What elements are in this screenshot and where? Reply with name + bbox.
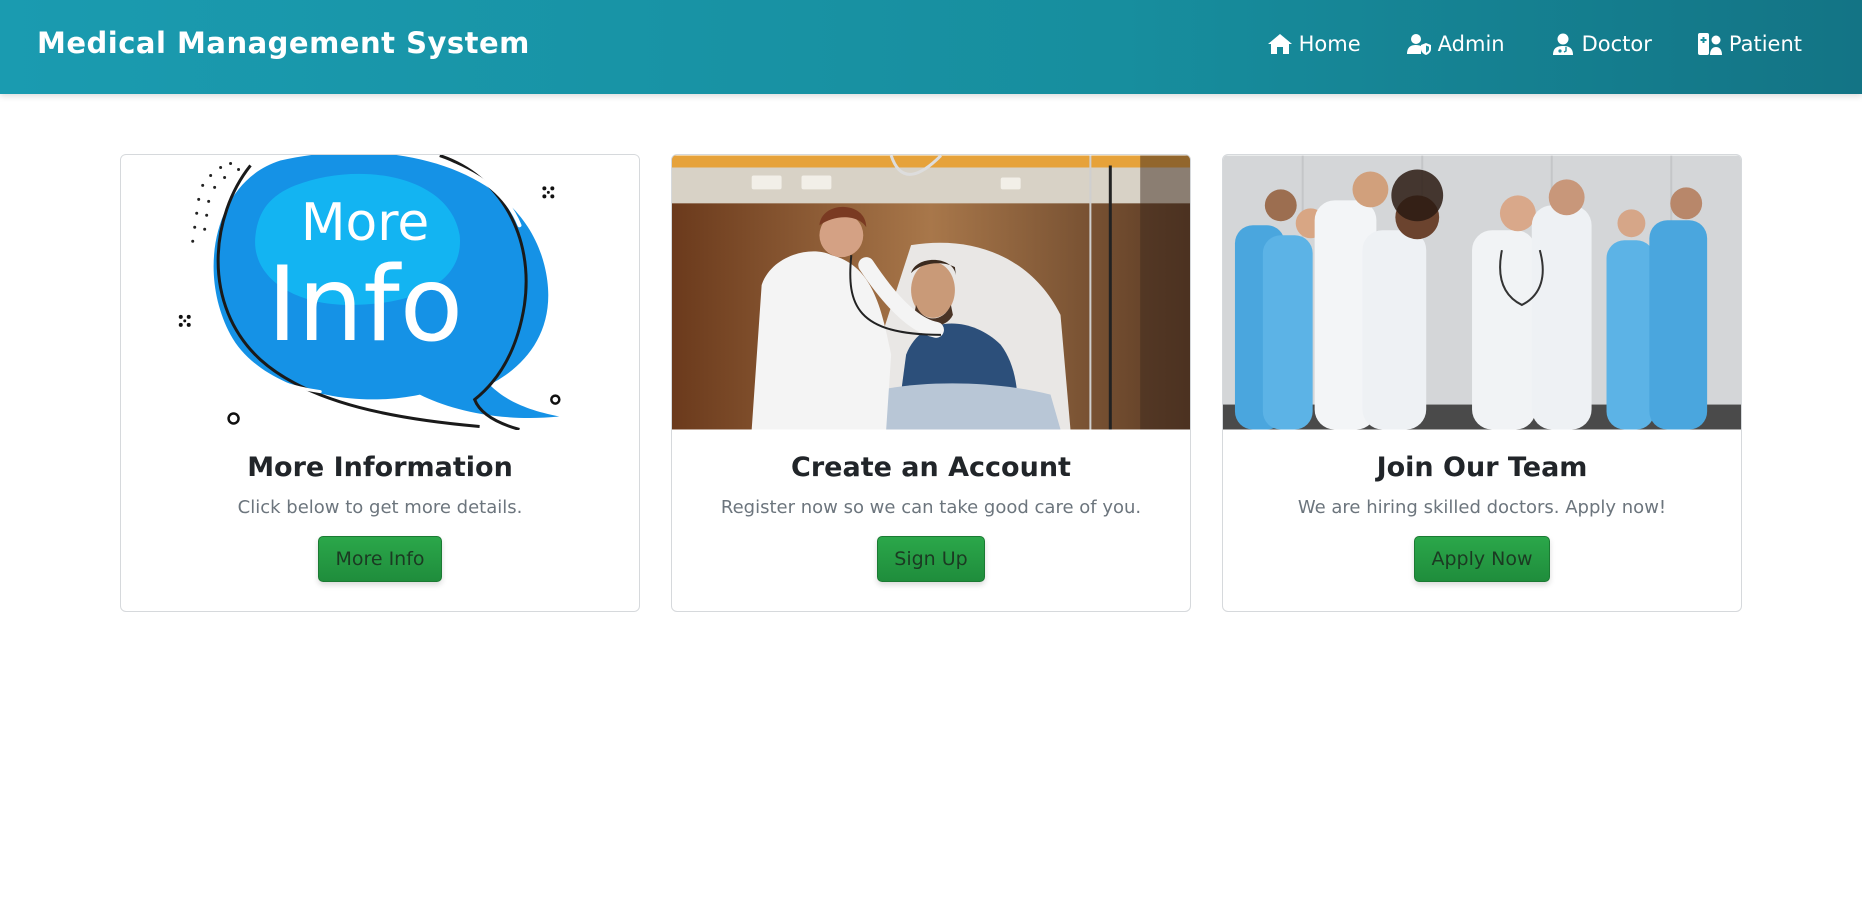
medical-team-photo — [1223, 155, 1741, 430]
more-info-illustration-text: Info — [267, 245, 463, 365]
brand-title[interactable]: Medical Management System — [37, 26, 530, 60]
home-icon — [1267, 32, 1293, 56]
card-create-account: Create an Account Register now so we can… — [671, 154, 1191, 612]
nav-item-doctor[interactable]: Doctor — [1550, 32, 1652, 56]
navbar: Medical Management System Home Admin Doc… — [0, 0, 1862, 94]
nav-item-label: Patient — [1728, 32, 1802, 56]
card-title: Create an Account — [791, 452, 1071, 483]
nav-item-label: Doctor — [1581, 32, 1652, 56]
more-info-button[interactable]: More Info — [318, 536, 442, 582]
doctor-patient-photo — [672, 155, 1190, 430]
card-text: Register now so we can take good care of… — [720, 497, 1142, 518]
nav-item-home[interactable]: Home — [1267, 32, 1361, 56]
card-title: More Information — [247, 452, 513, 483]
hospital-user-icon — [1697, 32, 1723, 56]
nav-menu: Home Admin Doctor Patient — [1267, 32, 1802, 56]
more-info-illustration: More Info — [121, 155, 639, 430]
apply-now-button[interactable]: Apply Now — [1414, 536, 1550, 582]
user-shield-icon — [1406, 32, 1432, 56]
user-doctor-icon — [1550, 32, 1576, 56]
nav-item-label: Home — [1298, 32, 1361, 56]
card-more-information: More Info More Information Click below t… — [120, 154, 640, 612]
card-row: More Info More Information Click below t… — [120, 154, 1742, 612]
sign-up-button[interactable]: Sign Up — [877, 536, 985, 582]
nav-item-patient[interactable]: Patient — [1697, 32, 1802, 56]
card-text: We are hiring skilled doctors. Apply now… — [1297, 497, 1667, 518]
card-join-team: Join Our Team We are hiring skilled doct… — [1222, 154, 1742, 612]
card-text: Click below to get more details. — [237, 497, 523, 518]
nav-item-label: Admin — [1437, 32, 1505, 56]
nav-item-admin[interactable]: Admin — [1406, 32, 1505, 56]
card-title: Join Our Team — [1376, 452, 1588, 483]
